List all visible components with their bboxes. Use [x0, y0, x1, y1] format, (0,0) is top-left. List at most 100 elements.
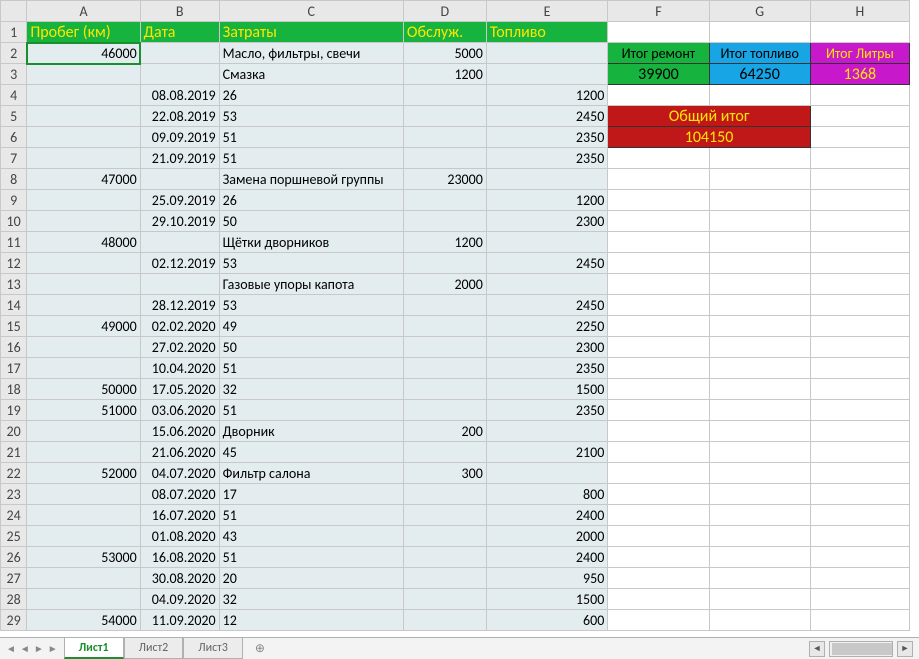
cell-service[interactable] [403, 484, 486, 505]
cell-expense[interactable]: 50 [219, 211, 403, 232]
cell[interactable] [810, 400, 909, 421]
cell[interactable] [810, 484, 909, 505]
cell[interactable] [709, 232, 810, 253]
cell-mileage[interactable] [27, 421, 140, 442]
cell-service[interactable]: 2000 [403, 274, 486, 295]
cell-service[interactable] [403, 610, 486, 631]
cell[interactable] [709, 253, 810, 274]
cell[interactable] [608, 421, 709, 442]
cell-service[interactable] [403, 190, 486, 211]
add-sheet-button[interactable]: ⊕ [243, 638, 277, 659]
row-header[interactable]: 10 [1, 211, 27, 232]
cell[interactable] [810, 442, 909, 463]
row-header[interactable]: 9 [1, 190, 27, 211]
cell-fuel[interactable] [486, 43, 607, 64]
cell-service[interactable]: 23000 [403, 169, 486, 190]
cell[interactable] [709, 295, 810, 316]
cell-fuel[interactable]: 2350 [486, 148, 607, 169]
cell-date[interactable]: 11.09.2020 [140, 610, 219, 631]
header-service[interactable]: Обслуж. [403, 22, 486, 43]
cell-service[interactable] [403, 526, 486, 547]
cell-expense[interactable]: 51 [219, 148, 403, 169]
cell[interactable] [810, 295, 909, 316]
cell-fuel[interactable]: 2400 [486, 547, 607, 568]
cell-mileage[interactable] [27, 211, 140, 232]
cell[interactable] [608, 85, 709, 106]
cell[interactable] [709, 547, 810, 568]
cell-mileage[interactable] [27, 484, 140, 505]
row-header[interactable]: 2 [1, 43, 27, 64]
cell-expense[interactable]: 49 [219, 316, 403, 337]
cell[interactable] [810, 169, 909, 190]
cell-mileage[interactable] [27, 190, 140, 211]
cell-service[interactable] [403, 211, 486, 232]
cell-date[interactable] [140, 169, 219, 190]
cell-date[interactable]: 17.05.2020 [140, 379, 219, 400]
cell-service[interactable] [403, 442, 486, 463]
tab-nav-first-icon[interactable]: ◄ [6, 642, 16, 655]
cell-date[interactable]: 22.08.2019 [140, 106, 219, 127]
cell-mileage[interactable] [27, 526, 140, 547]
cell-fuel[interactable]: 2350 [486, 400, 607, 421]
cell-mileage[interactable] [27, 274, 140, 295]
cell-fuel[interactable]: 1500 [486, 589, 607, 610]
cell-expense[interactable]: 51 [219, 358, 403, 379]
row-header[interactable]: 7 [1, 148, 27, 169]
cell[interactable] [608, 526, 709, 547]
summary-repair-value[interactable]: 39900 [608, 64, 709, 85]
cell-date[interactable]: 04.07.2020 [140, 463, 219, 484]
cell[interactable] [810, 148, 909, 169]
cell[interactable] [810, 463, 909, 484]
cell-fuel[interactable]: 2400 [486, 505, 607, 526]
cell-fuel[interactable]: 800 [486, 484, 607, 505]
cell-date[interactable]: 02.02.2020 [140, 316, 219, 337]
cell[interactable] [608, 148, 709, 169]
cell-mileage[interactable] [27, 589, 140, 610]
cell[interactable] [810, 85, 909, 106]
cell-service[interactable]: 200 [403, 421, 486, 442]
cell[interactable] [608, 442, 709, 463]
cell-mileage[interactable] [27, 295, 140, 316]
cell-date[interactable] [140, 43, 219, 64]
sheet-tab[interactable]: Лист2 [124, 638, 184, 659]
row-header[interactable]: 16 [1, 337, 27, 358]
cell-expense[interactable]: 51 [219, 127, 403, 148]
cell[interactable] [810, 526, 909, 547]
cell-service[interactable] [403, 85, 486, 106]
row-header[interactable]: 11 [1, 232, 27, 253]
cell-date[interactable]: 10.04.2020 [140, 358, 219, 379]
cell-date[interactable]: 16.07.2020 [140, 505, 219, 526]
cell[interactable] [709, 484, 810, 505]
cell-mileage[interactable] [27, 64, 140, 85]
cell[interactable] [608, 253, 709, 274]
col-header-D[interactable]: D [403, 1, 486, 22]
cell-date[interactable]: 21.06.2020 [140, 442, 219, 463]
cell[interactable] [810, 568, 909, 589]
cell[interactable] [709, 568, 810, 589]
col-header-C[interactable]: C [219, 1, 403, 22]
cell-fuel[interactable]: 2250 [486, 316, 607, 337]
cell-date[interactable]: 28.12.2019 [140, 295, 219, 316]
cell-date[interactable] [140, 64, 219, 85]
cell-fuel[interactable] [486, 274, 607, 295]
cell-fuel[interactable]: 2300 [486, 211, 607, 232]
cell-expense[interactable]: Масло, фильтры, свечи [219, 43, 403, 64]
sheet-tab-active[interactable]: Лист1 [64, 638, 124, 659]
cell[interactable] [608, 190, 709, 211]
row-header[interactable]: 13 [1, 274, 27, 295]
col-header-A[interactable]: A [27, 1, 140, 22]
cell-service[interactable] [403, 547, 486, 568]
scroll-right-button[interactable]: ► [897, 641, 913, 657]
cell-date[interactable]: 15.06.2020 [140, 421, 219, 442]
cell-expense[interactable]: 26 [219, 190, 403, 211]
row-header[interactable]: 1 [1, 22, 27, 43]
sheet-tab[interactable]: Лист3 [183, 638, 243, 659]
row-header[interactable]: 4 [1, 85, 27, 106]
cell[interactable] [608, 484, 709, 505]
summary-fuel-value[interactable]: 64250 [709, 64, 810, 85]
cell[interactable] [810, 22, 909, 43]
cell-fuel[interactable]: 2000 [486, 526, 607, 547]
cell-date[interactable]: 01.08.2020 [140, 526, 219, 547]
cell-date[interactable]: 21.09.2019 [140, 148, 219, 169]
row-header[interactable]: 14 [1, 295, 27, 316]
